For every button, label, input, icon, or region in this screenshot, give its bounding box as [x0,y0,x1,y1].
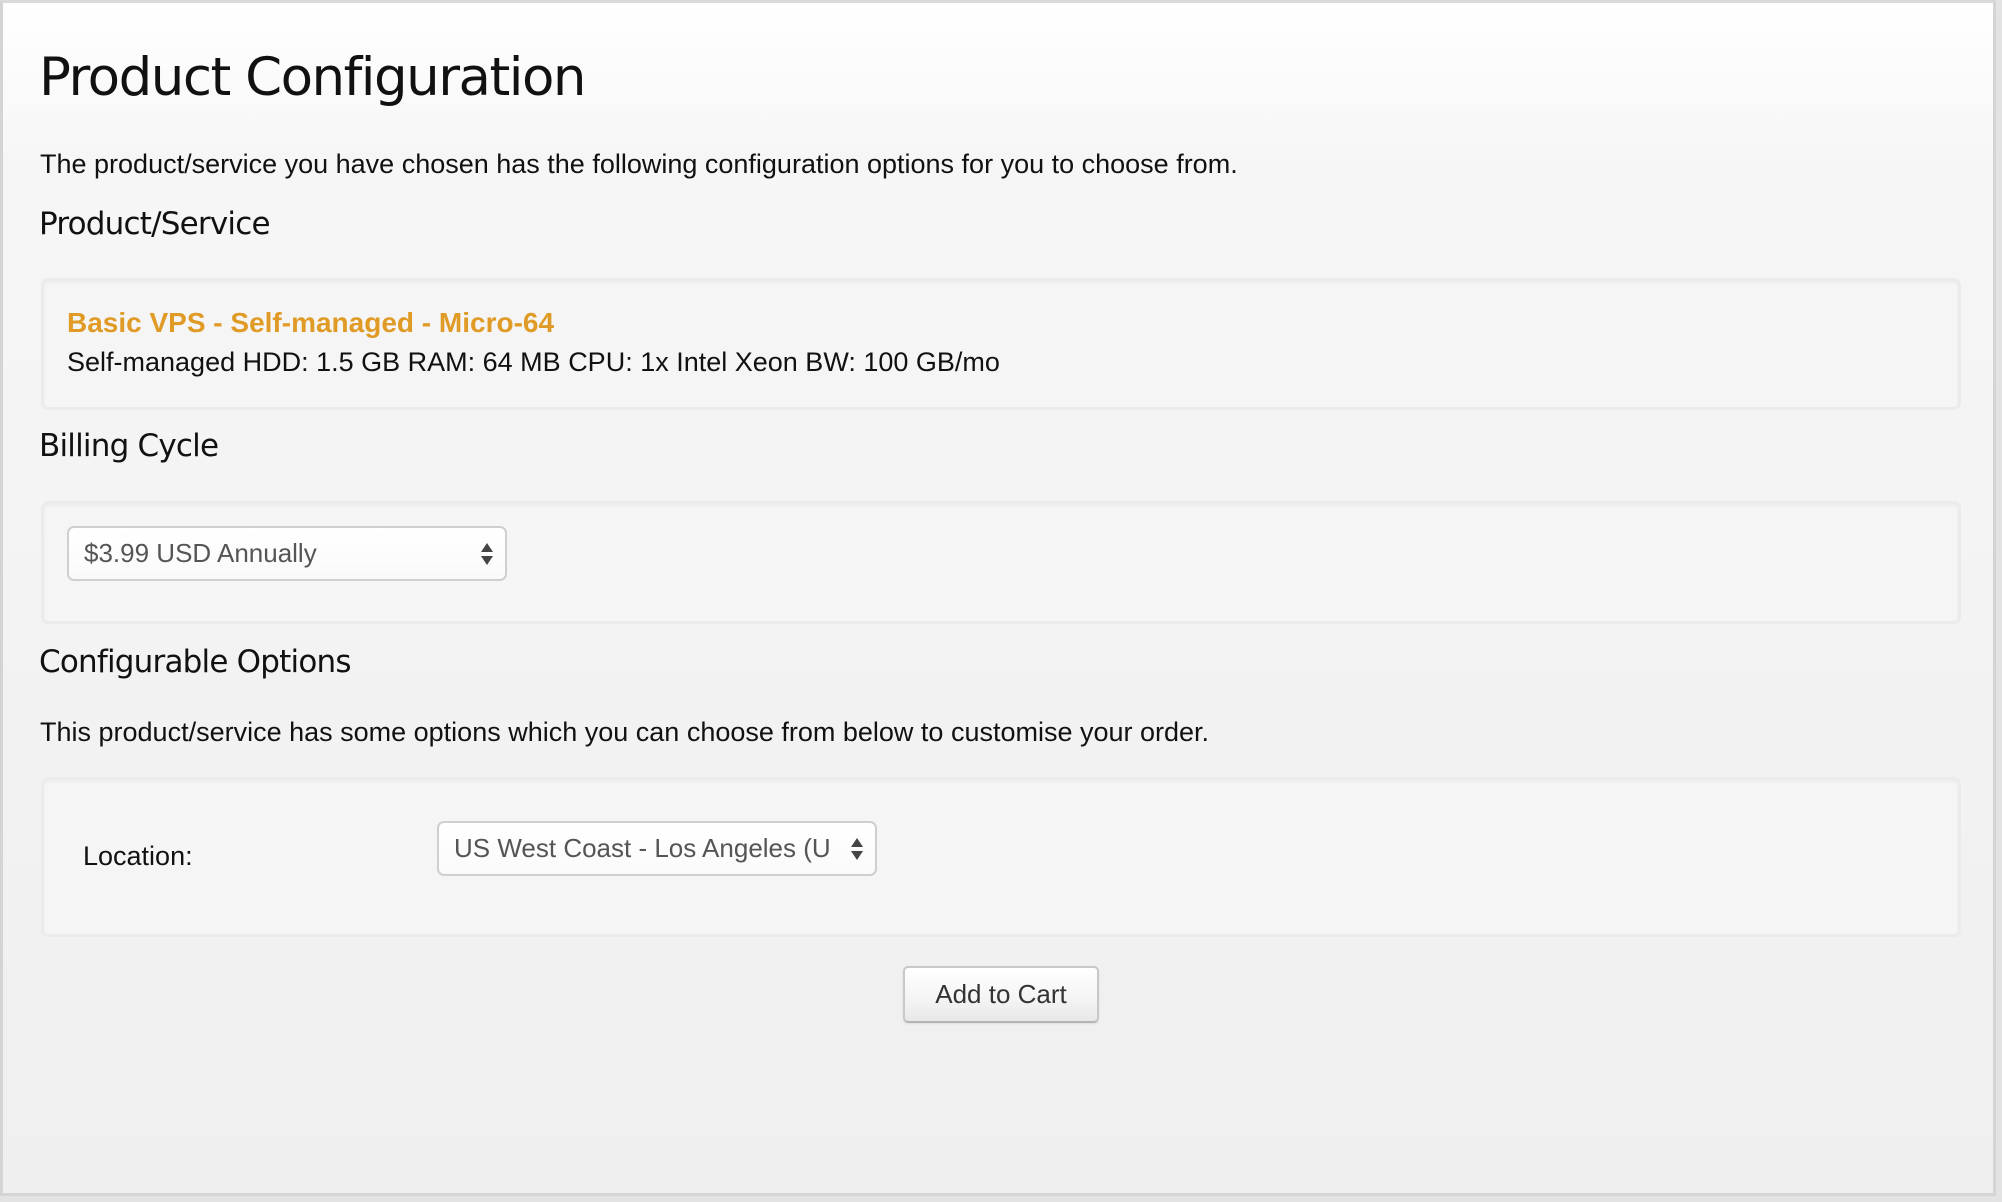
billing-cycle-selected-value: $3.99 USD Annually [84,538,317,568]
select-arrows-icon [850,836,864,862]
configurable-options-well: Location: US West Coast - Los Angeles (U [41,777,1961,937]
select-arrows-icon [480,541,494,567]
location-select[interactable]: US West Coast - Los Angeles (U [437,821,877,876]
location-selected-value: US West Coast - Los Angeles (U [454,833,831,863]
configurable-options-description: This product/service has some options wh… [40,717,1210,747]
page-title: Product Configuration [39,47,587,108]
product-name: Basic VPS - Self-managed - Micro-64 [67,307,555,338]
configurable-options-heading: Configurable Options [39,644,351,680]
billing-cycle-well: $3.99 USD Annually [41,501,1961,624]
product-description: Self-managed HDD: 1.5 GB RAM: 64 MB CPU:… [67,347,1000,377]
add-to-cart-button[interactable]: Add to Cart [903,966,1099,1023]
product-configuration-page: Product Configuration The product/servic… [0,0,1996,1196]
product-well: Basic VPS - Self-managed - Micro-64 Self… [41,278,1961,410]
billing-cycle-heading: Billing Cycle [39,428,219,464]
product-section-heading: Product/Service [39,206,271,242]
billing-cycle-select[interactable]: $3.99 USD Annually [67,526,507,581]
intro-text: The product/service you have chosen has … [40,149,1238,179]
location-label: Location: [83,841,193,871]
